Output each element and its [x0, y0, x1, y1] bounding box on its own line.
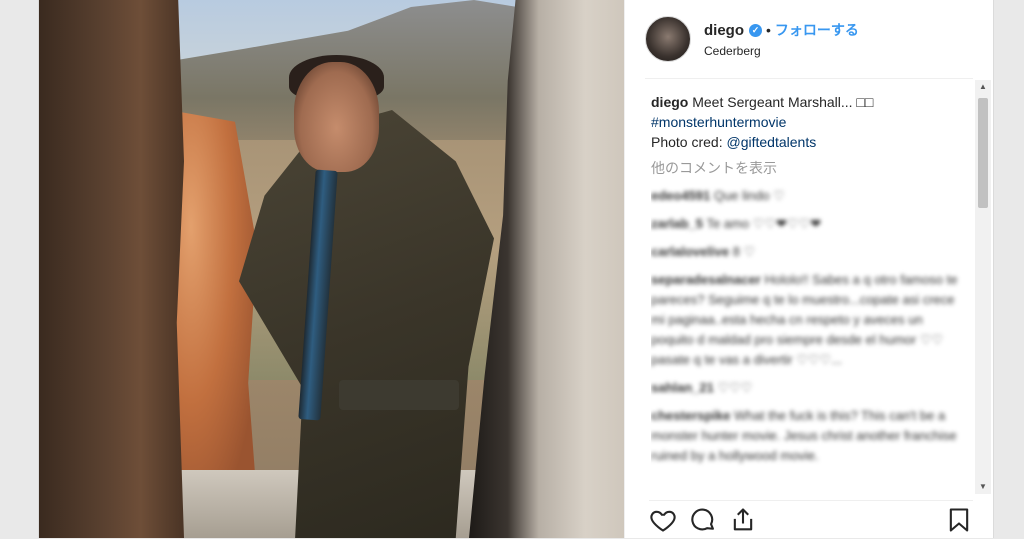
comment-item: zarlab_5 Te amo ♡♡❤♡♡❤	[651, 214, 963, 234]
heart-icon[interactable]	[649, 506, 677, 534]
comment-item: chesterspike What the fuck is this? This…	[651, 406, 963, 466]
comment-item: sahlan_21 ♡♡♡	[651, 378, 963, 398]
comment-username[interactable]: edeo4591	[651, 188, 710, 203]
separator-dot: •	[766, 22, 771, 38]
comment-item: edeo4591 Que lindo ♡	[651, 186, 963, 206]
avatar[interactable]	[645, 16, 691, 62]
comment-icon[interactable]	[689, 506, 717, 534]
verified-badge-icon: ✓	[749, 23, 762, 37]
post-header: diego ✓ • フォローする Cederberg	[645, 8, 993, 70]
load-more-comments-button[interactable]: 他のコメントを表示	[651, 158, 963, 178]
comment-text: ♡♡♡	[717, 380, 753, 395]
hashtag-link[interactable]: #monsterhuntermovie	[651, 114, 786, 130]
caption: diego Meet Sergeant Marshall... □□ #mons…	[651, 92, 963, 152]
comment-username[interactable]: separadesalnacer	[651, 272, 761, 287]
caption-text: Meet Sergeant Marshall... □□	[692, 94, 874, 110]
username-link[interactable]: diego	[704, 22, 744, 39]
comment-username[interactable]: zarlab_5	[651, 216, 703, 231]
comments-section[interactable]: diego Meet Sergeant Marshall... □□ #mons…	[651, 92, 963, 496]
bookmark-icon[interactable]	[945, 506, 973, 534]
comment-username[interactable]: chesterspike	[651, 408, 731, 423]
follow-button[interactable]: フォローする	[775, 20, 859, 40]
scroll-up-arrow-icon[interactable]: ▲	[975, 80, 991, 94]
mention-link[interactable]: @giftedtalents	[727, 134, 817, 150]
photo-vest	[339, 380, 459, 410]
photo-face	[294, 62, 379, 172]
share-icon[interactable]	[729, 506, 757, 534]
post-side-panel: diego ✓ • フォローする Cederberg diego Meet Se…	[624, 0, 993, 538]
scroll-down-arrow-icon[interactable]: ▼	[975, 480, 991, 494]
action-bar	[649, 500, 973, 539]
comment-text: Que lindo ♡	[713, 188, 785, 203]
photo-rock-left	[39, 0, 184, 538]
comment-username[interactable]: sahlan_21	[651, 380, 714, 395]
header-text: diego ✓ • フォローする Cederberg	[704, 20, 859, 59]
credit-prefix: Photo cred:	[651, 134, 727, 150]
comment-username[interactable]: carlalovelive	[651, 244, 729, 259]
header-row: diego ✓ • フォローする	[704, 20, 859, 40]
comment-item: carlalovelive 8 ♡	[651, 242, 963, 262]
caption-username[interactable]: diego	[651, 94, 688, 110]
post-photo[interactable]	[39, 0, 624, 538]
comment-text: 8 ♡	[732, 244, 756, 259]
comments-scrollbar[interactable]: ▲ ▼	[975, 80, 991, 494]
header-divider	[645, 78, 973, 79]
comment-item: separadesalnacer Hololo!! Sabes a q otro…	[651, 270, 963, 370]
comment-text: Te amo ♡♡❤♡♡❤	[706, 216, 822, 231]
scroll-thumb[interactable]	[978, 98, 988, 208]
instagram-post: diego ✓ • フォローする Cederberg diego Meet Se…	[38, 0, 994, 538]
location-link[interactable]: Cederberg	[704, 44, 859, 58]
